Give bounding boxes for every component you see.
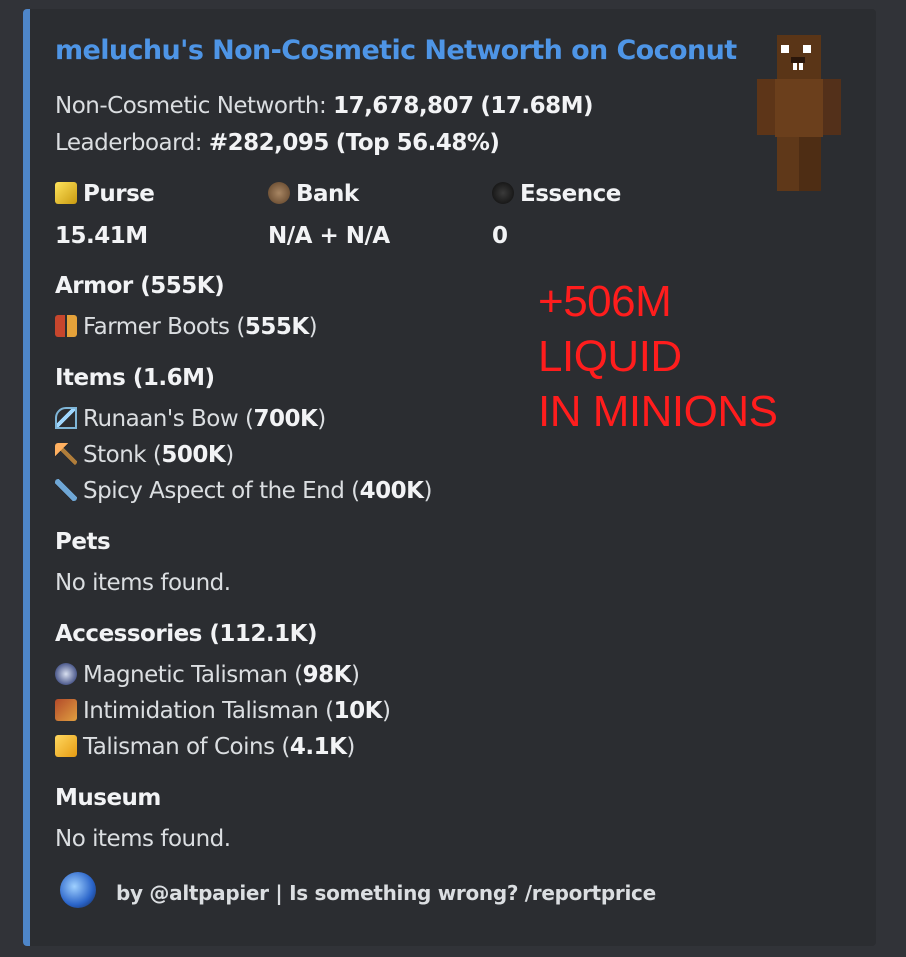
list-item-stonk: Stonk (500K) [55, 442, 234, 468]
leaderboard-top: (Top 56.48%) [335, 130, 500, 156]
networth-value: 17,678,807 [333, 93, 474, 119]
overlay-annotation: +506M LIQUID IN MINIONS [538, 274, 778, 439]
embed-footer: by @altpapier | Is something wrong? /rep… [116, 881, 656, 905]
bank-icon [268, 182, 290, 204]
field-essence-value: 0 [492, 223, 508, 249]
field-purse-value: 15.41M [55, 223, 148, 249]
accessories-heading: Accessories (112.1K) [55, 621, 317, 647]
museum-empty: No items found. [55, 826, 231, 852]
leaderboard-rank: #282,095 [208, 130, 330, 156]
list-item-intimidation-talisman: Intimidation Talisman (10K) [55, 698, 391, 724]
pets-empty: No items found. [55, 570, 231, 596]
overlay-line-2: LIQUID [538, 332, 682, 381]
field-essence: Essence 0 [492, 181, 621, 249]
list-item-magnetic-talisman: Magnetic Talisman (98K) [55, 662, 360, 688]
boots-icon [55, 315, 77, 337]
items-heading: Items (1.6M) [55, 365, 215, 391]
player-skin-thumbnail [757, 35, 841, 191]
field-essence-name: Essence [520, 181, 621, 207]
magnetic-talisman-icon [55, 663, 77, 685]
intimidation-talisman-icon [55, 699, 77, 721]
overlay-line-1: +506M [538, 277, 672, 326]
armor-heading: Armor (555K) [55, 273, 225, 299]
overlay-line-3: IN MINIONS [538, 387, 778, 436]
list-item-talisman-of-coins: Talisman of Coins (4.1K) [55, 734, 355, 760]
footer-avatar-icon [60, 872, 96, 908]
embed-title[interactable]: meluchu's Non-Cosmetic Networth on Cocon… [55, 35, 737, 66]
bow-icon [55, 407, 77, 429]
sword-icon [55, 479, 77, 501]
networth-line: Non-Cosmetic Networth: 17,678,807 (17.68… [55, 93, 594, 119]
list-item-farmer-boots: Farmer Boots (555K) [55, 314, 318, 340]
leaderboard-line: Leaderboard: #282,095 (Top 56.48%) [55, 130, 500, 156]
coins-talisman-icon [55, 735, 77, 757]
field-purse-name: Purse [83, 181, 155, 207]
essence-icon [492, 182, 514, 204]
networth-embed: meluchu's Non-Cosmetic Networth on Cocon… [23, 9, 876, 946]
pickaxe-icon [55, 443, 77, 465]
networth-label: Non-Cosmetic Networth: [55, 93, 334, 119]
networth-short: (17.68M) [480, 93, 594, 119]
gold-ingot-icon [55, 182, 77, 204]
list-item-runaans-bow: Runaan's Bow (700K) [55, 406, 326, 432]
field-bank-value: N/A + N/A [268, 223, 390, 249]
field-bank-name: Bank [296, 181, 359, 207]
leaderboard-label: Leaderboard: [55, 130, 209, 156]
pets-heading: Pets [55, 529, 111, 555]
field-purse: Purse 15.41M [55, 181, 155, 249]
field-bank: Bank N/A + N/A [268, 181, 390, 249]
museum-heading: Museum [55, 785, 161, 811]
list-item-aspect-of-the-end: Spicy Aspect of the End (400K) [55, 478, 432, 504]
